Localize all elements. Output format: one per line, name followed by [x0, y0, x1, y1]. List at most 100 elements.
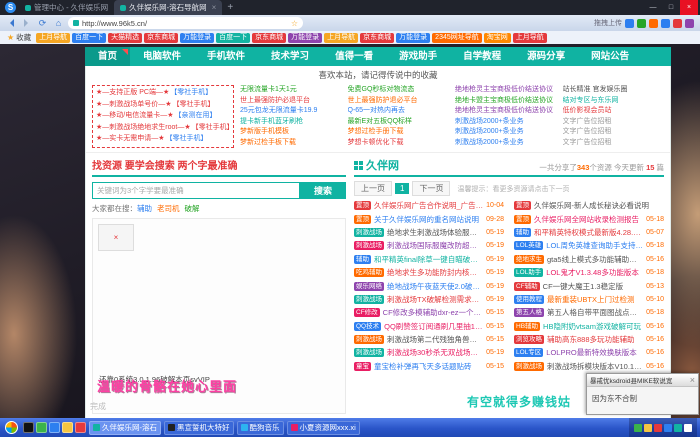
- next-page-button[interactable]: 下一页: [412, 181, 450, 196]
- browser-logo-icon[interactable]: S: [5, 2, 16, 13]
- article-row[interactable]: 童宝 童宝检补弹再飞天多话题贴砖 05-15: [354, 360, 504, 373]
- promo-link[interactable]: 文字广告位招租: [563, 117, 665, 128]
- promo-featured-link[interactable]: ★—支持正版 PC端—★【零社手机】: [96, 88, 230, 99]
- article-row[interactable]: 刺激战场 刺激战场第二代残独角兽换装防封 05-15: [354, 333, 504, 346]
- article-row[interactable]: 娱乐网络 绝地战场午夜蓝天使2.0破解版 05-19: [354, 279, 504, 292]
- tray-icon[interactable]: [634, 424, 642, 432]
- promo-link[interactable]: 绝地枪灵主宝商极低价结送协议: [455, 85, 557, 96]
- start-button[interactable]: [3, 419, 20, 436]
- maximize-button[interactable]: □: [662, 0, 680, 15]
- url-bar[interactable]: http://www.96k5.cn/ ☆: [68, 17, 303, 29]
- popup-toast[interactable]: 暴戒优ksdroid县MIKE软说宽 × 因为东不合制: [586, 373, 699, 415]
- article-row[interactable]: 置顶 久伴娱乐网全网站收录检测报告 05-18: [514, 212, 664, 225]
- tray-icon[interactable]: [684, 424, 692, 432]
- nav-item[interactable]: 手机软件: [194, 47, 258, 66]
- quick-launch-icon[interactable]: [75, 422, 86, 433]
- promo-link[interactable]: 梦想卡顿优化下载: [348, 138, 450, 149]
- quick-launch-icon[interactable]: [49, 422, 60, 433]
- article-row[interactable]: 吃鸡辅助 绝地求生多功能防封内核破解第二版 05-19: [354, 266, 504, 279]
- tray-icon[interactable]: [664, 424, 672, 432]
- toolbar-icon[interactable]: [685, 19, 694, 28]
- article-row[interactable]: 浏览攻略 辅助高东888多玩功能辅助 05-16: [514, 333, 664, 346]
- hot-keyword[interactable]: 辅助: [137, 204, 152, 213]
- bookmark-item[interactable]: 上月导航: [36, 33, 70, 43]
- article-row[interactable]: 刺激战场 刺激战场拆模块版本V10.1破解版 05-16: [514, 360, 664, 373]
- promo-featured-link[interactable]: ★—刺激战场单号价—★【零社手机】: [96, 100, 230, 111]
- nav-item[interactable]: 自学教程: [450, 47, 514, 66]
- hot-keyword[interactable]: 破解: [185, 204, 200, 213]
- bookmark-item[interactable]: 京东商城: [144, 33, 178, 43]
- bookmark-item[interactable]: 京东商城: [252, 33, 286, 43]
- promo-link[interactable]: 刺激战场2000+条业务: [455, 138, 557, 149]
- article-row[interactable]: 刺激战场 刺激战场30秒杀无双战场破解版 05-19: [354, 346, 504, 359]
- tray-icon[interactable]: [644, 424, 652, 432]
- toolbar-icon[interactable]: [673, 19, 682, 28]
- quick-launch-icon[interactable]: [62, 422, 73, 433]
- tab-close-icon[interactable]: ×: [212, 3, 217, 12]
- article-row[interactable]: CF修改 CF修改多模辅助dxr-ez一个小学生 05-15: [354, 306, 504, 319]
- home-icon[interactable]: ⌂: [52, 17, 65, 30]
- promo-link[interactable]: Q-65一对热内再去: [348, 106, 450, 117]
- promo-link[interactable]: 最新E对五板QQ标样: [348, 117, 450, 128]
- promo-link[interactable]: 绝地枪灵主宝商极低价结送协议: [455, 106, 557, 117]
- article-row[interactable]: 绝地求生 gta5线上模式多功能辅助破解版 05-16: [514, 253, 664, 266]
- promo-link[interactable]: 世上最强防护退必平台: [348, 96, 450, 107]
- bookmark-item[interactable]: 天猫精选: [108, 33, 142, 43]
- refresh-icon[interactable]: ⟳: [36, 17, 49, 30]
- hot-keyword[interactable]: 老司机: [157, 204, 180, 213]
- close-button[interactable]: ×: [680, 0, 698, 15]
- promo-link[interactable]: 文字广告位招租: [563, 127, 665, 138]
- article-row[interactable]: 刺激战场 绝地求生刺激战场体验服抢号程序 05-19: [354, 226, 504, 239]
- bookmark-item[interactable]: 京东商城: [360, 33, 394, 43]
- prev-page-button[interactable]: 上一页: [354, 181, 392, 196]
- bookmark-item[interactable]: 2345网址导航: [432, 33, 482, 43]
- taskbar-task[interactable]: 久伴娱乐网-溶石: [89, 421, 161, 435]
- nav-item[interactable]: 游戏助手: [386, 47, 450, 66]
- article-row[interactable]: 刺激战场 刺激战场TX破解检测需求最新版 05-19: [354, 293, 504, 306]
- promo-featured-link[interactable]: ★—刺激战场绝地求生root—★【零社手机】: [96, 123, 230, 134]
- article-row[interactable]: LOL英雄 LOL周免英雄查询助手支持一键领取 05-18: [514, 239, 664, 252]
- toolbar-icon[interactable]: [625, 19, 634, 28]
- taskbar-task[interactable]: 小夏资源网xxx.xi: [287, 421, 360, 435]
- article-row[interactable]: 刺激战场 刺激战场国际服魔改防超器精简版 05-19: [354, 239, 504, 252]
- browser-tab-admin[interactable]: 管理中心 - 久伴娱乐网: [19, 0, 114, 15]
- promo-link[interactable]: 站长精准 官发娱乐圈: [563, 85, 665, 96]
- close-icon[interactable]: ×: [690, 375, 695, 385]
- tray-icon[interactable]: [654, 424, 662, 432]
- article-row[interactable]: LOL助手 LOL鬼才V1.3.48多功能版本 05-18: [514, 266, 664, 279]
- promo-link[interactable]: 刺激战场2000+条业务: [455, 127, 557, 138]
- promo-link[interactable]: 梦新过检手板下载: [240, 138, 342, 149]
- article-row[interactable]: QQ技术 QQ刷赞签订阅通刷几里抽1G秒 05-15: [354, 320, 504, 333]
- promo-link[interactable]: 无限流量卡1天1元: [240, 85, 342, 96]
- bookmark-item[interactable]: 上月导航: [324, 33, 358, 43]
- quick-launch-icon[interactable]: [23, 422, 34, 433]
- promo-link[interactable]: 文字广告位招租: [563, 138, 665, 149]
- new-tab-button[interactable]: +: [222, 2, 238, 13]
- article-row[interactable]: 第五人格 第五人格自带平面图战点永恒记录 05-18: [514, 306, 664, 319]
- promo-link[interactable]: 绝地卡盟主宝商极低价结送协议: [455, 96, 557, 107]
- article-row[interactable]: 置顶 久伴娱乐网-新人成长秘诀必看说明: [514, 199, 664, 212]
- nav-item[interactable]: 首页: [85, 47, 130, 66]
- bookmark-item[interactable]: 百度一下: [216, 33, 250, 43]
- promo-link[interactable]: 梦新版手机模板: [240, 127, 342, 138]
- minimize-button[interactable]: —: [644, 0, 662, 15]
- bookmark-item[interactable]: 万能登录: [180, 33, 214, 43]
- search-input[interactable]: [92, 182, 300, 199]
- article-row[interactable]: LOL专区 LOLPRO最新特效换肤版本 05-16: [514, 346, 664, 359]
- forward-icon[interactable]: [20, 17, 33, 30]
- current-page-button[interactable]: 1: [395, 183, 409, 194]
- url-input[interactable]: http://www.96k5.cn/: [82, 19, 288, 28]
- promo-link[interactable]: 刺激战场2000+条业务: [455, 117, 557, 128]
- nav-item[interactable]: 技术学习: [258, 47, 322, 66]
- article-row[interactable]: 置顶 关于久伴娱乐网的重名网站说明 09-28: [354, 212, 504, 225]
- promo-link[interactable]: 25元包龙无限流量卡19.9: [240, 106, 342, 117]
- promo-link[interactable]: 结对专区与东乐网: [563, 96, 665, 107]
- toolbar-icon[interactable]: [637, 19, 646, 28]
- toast-body-text[interactable]: 因为东不合制: [587, 387, 698, 414]
- nav-item[interactable]: 值得一看: [322, 47, 386, 66]
- promo-link[interactable]: 提卡新手机蓝牙刷枪: [240, 117, 342, 128]
- quick-launch-icon[interactable]: [36, 422, 47, 433]
- article-row[interactable]: HB辅助 HB隐附奶vtsam游戏破解可玩 05-16: [514, 320, 664, 333]
- search-button[interactable]: 搜索: [300, 182, 346, 199]
- favorites-button[interactable]: ★ 收藏: [4, 32, 34, 43]
